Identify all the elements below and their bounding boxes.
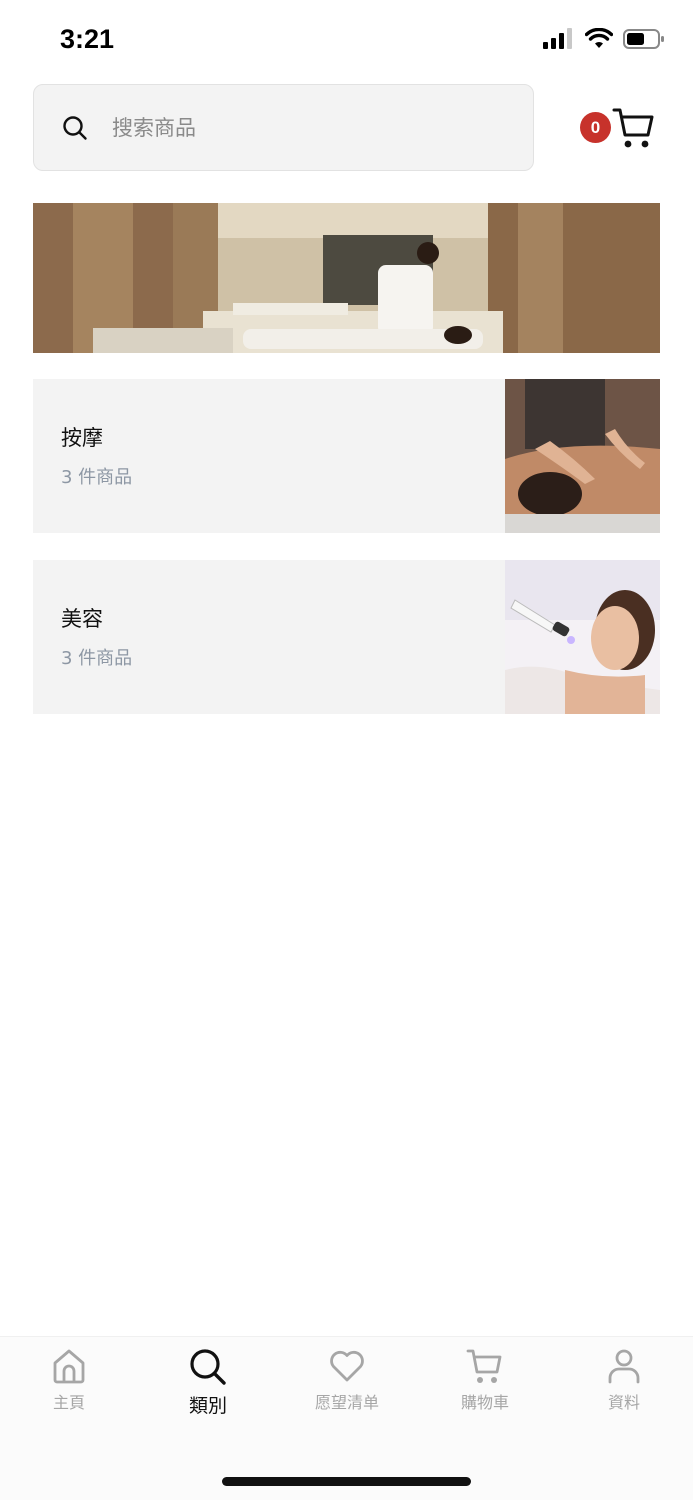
nav-item-profile[interactable]: 資料 bbox=[564, 1347, 684, 1437]
header-cart-button[interactable]: 0 bbox=[580, 106, 656, 152]
category-text: 按摩 3 件商品 bbox=[61, 423, 132, 489]
nav-label: 類別 bbox=[188, 1395, 227, 1417]
category-item-count: 3 件商品 bbox=[61, 467, 133, 488]
search-icon bbox=[190, 1349, 226, 1385]
heart-icon bbox=[330, 1350, 364, 1382]
categories-screen: 3:21 0 bbox=[0, 0, 693, 1500]
nav-item-cart[interactable]: 購物車 bbox=[425, 1347, 545, 1437]
status-time: 3:21 bbox=[60, 24, 115, 54]
category-card-beauty[interactable]: 美容 3 件商品 bbox=[33, 560, 660, 714]
category-card-massage[interactable]: 按摩 3 件商品 bbox=[33, 379, 660, 533]
category-name: 美容 bbox=[61, 607, 103, 631]
nav-label: 購物車 bbox=[460, 1393, 509, 1412]
nav-label: 愿望清单 bbox=[314, 1393, 379, 1412]
user-icon bbox=[608, 1349, 640, 1384]
category-item-count: 3 件商品 bbox=[61, 648, 133, 669]
facial-treatment-photo-illustration bbox=[505, 560, 660, 714]
massage-thumbnail bbox=[505, 379, 660, 533]
category-text: 美容 3 件商品 bbox=[61, 604, 132, 670]
status-bar: 3:21 bbox=[0, 0, 693, 80]
status-icons bbox=[543, 28, 665, 50]
cart-icon bbox=[612, 108, 654, 148]
search-icon bbox=[63, 116, 87, 140]
nav-item-categories[interactable]: 類別 bbox=[148, 1347, 268, 1437]
search-box[interactable] bbox=[33, 84, 534, 171]
category-name: 按摩 bbox=[61, 426, 103, 450]
nav-item-wishlist[interactable]: 愿望清单 bbox=[287, 1347, 407, 1437]
nav-label: 資料 bbox=[607, 1393, 640, 1412]
nav-item-home[interactable]: 主頁 bbox=[9, 1347, 129, 1437]
wifi-icon bbox=[585, 28, 613, 48]
battery-icon bbox=[623, 29, 664, 49]
nav-label: 主頁 bbox=[52, 1393, 85, 1412]
cart-count-badge: 0 bbox=[580, 112, 611, 143]
beauty-thumbnail bbox=[505, 560, 660, 714]
home-icon bbox=[53, 1349, 85, 1384]
bottom-navigation: 主頁 類別 愿望清单 購物車 資料 bbox=[0, 1336, 693, 1500]
massage-photo-illustration bbox=[505, 379, 660, 533]
spa-room-illustration bbox=[33, 203, 660, 353]
cellular-signal-icon bbox=[543, 28, 572, 49]
search-input[interactable] bbox=[112, 85, 512, 170]
spa-banner-image[interactable] bbox=[33, 203, 660, 353]
home-indicator[interactable] bbox=[222, 1477, 471, 1486]
cart-icon bbox=[466, 1349, 502, 1383]
